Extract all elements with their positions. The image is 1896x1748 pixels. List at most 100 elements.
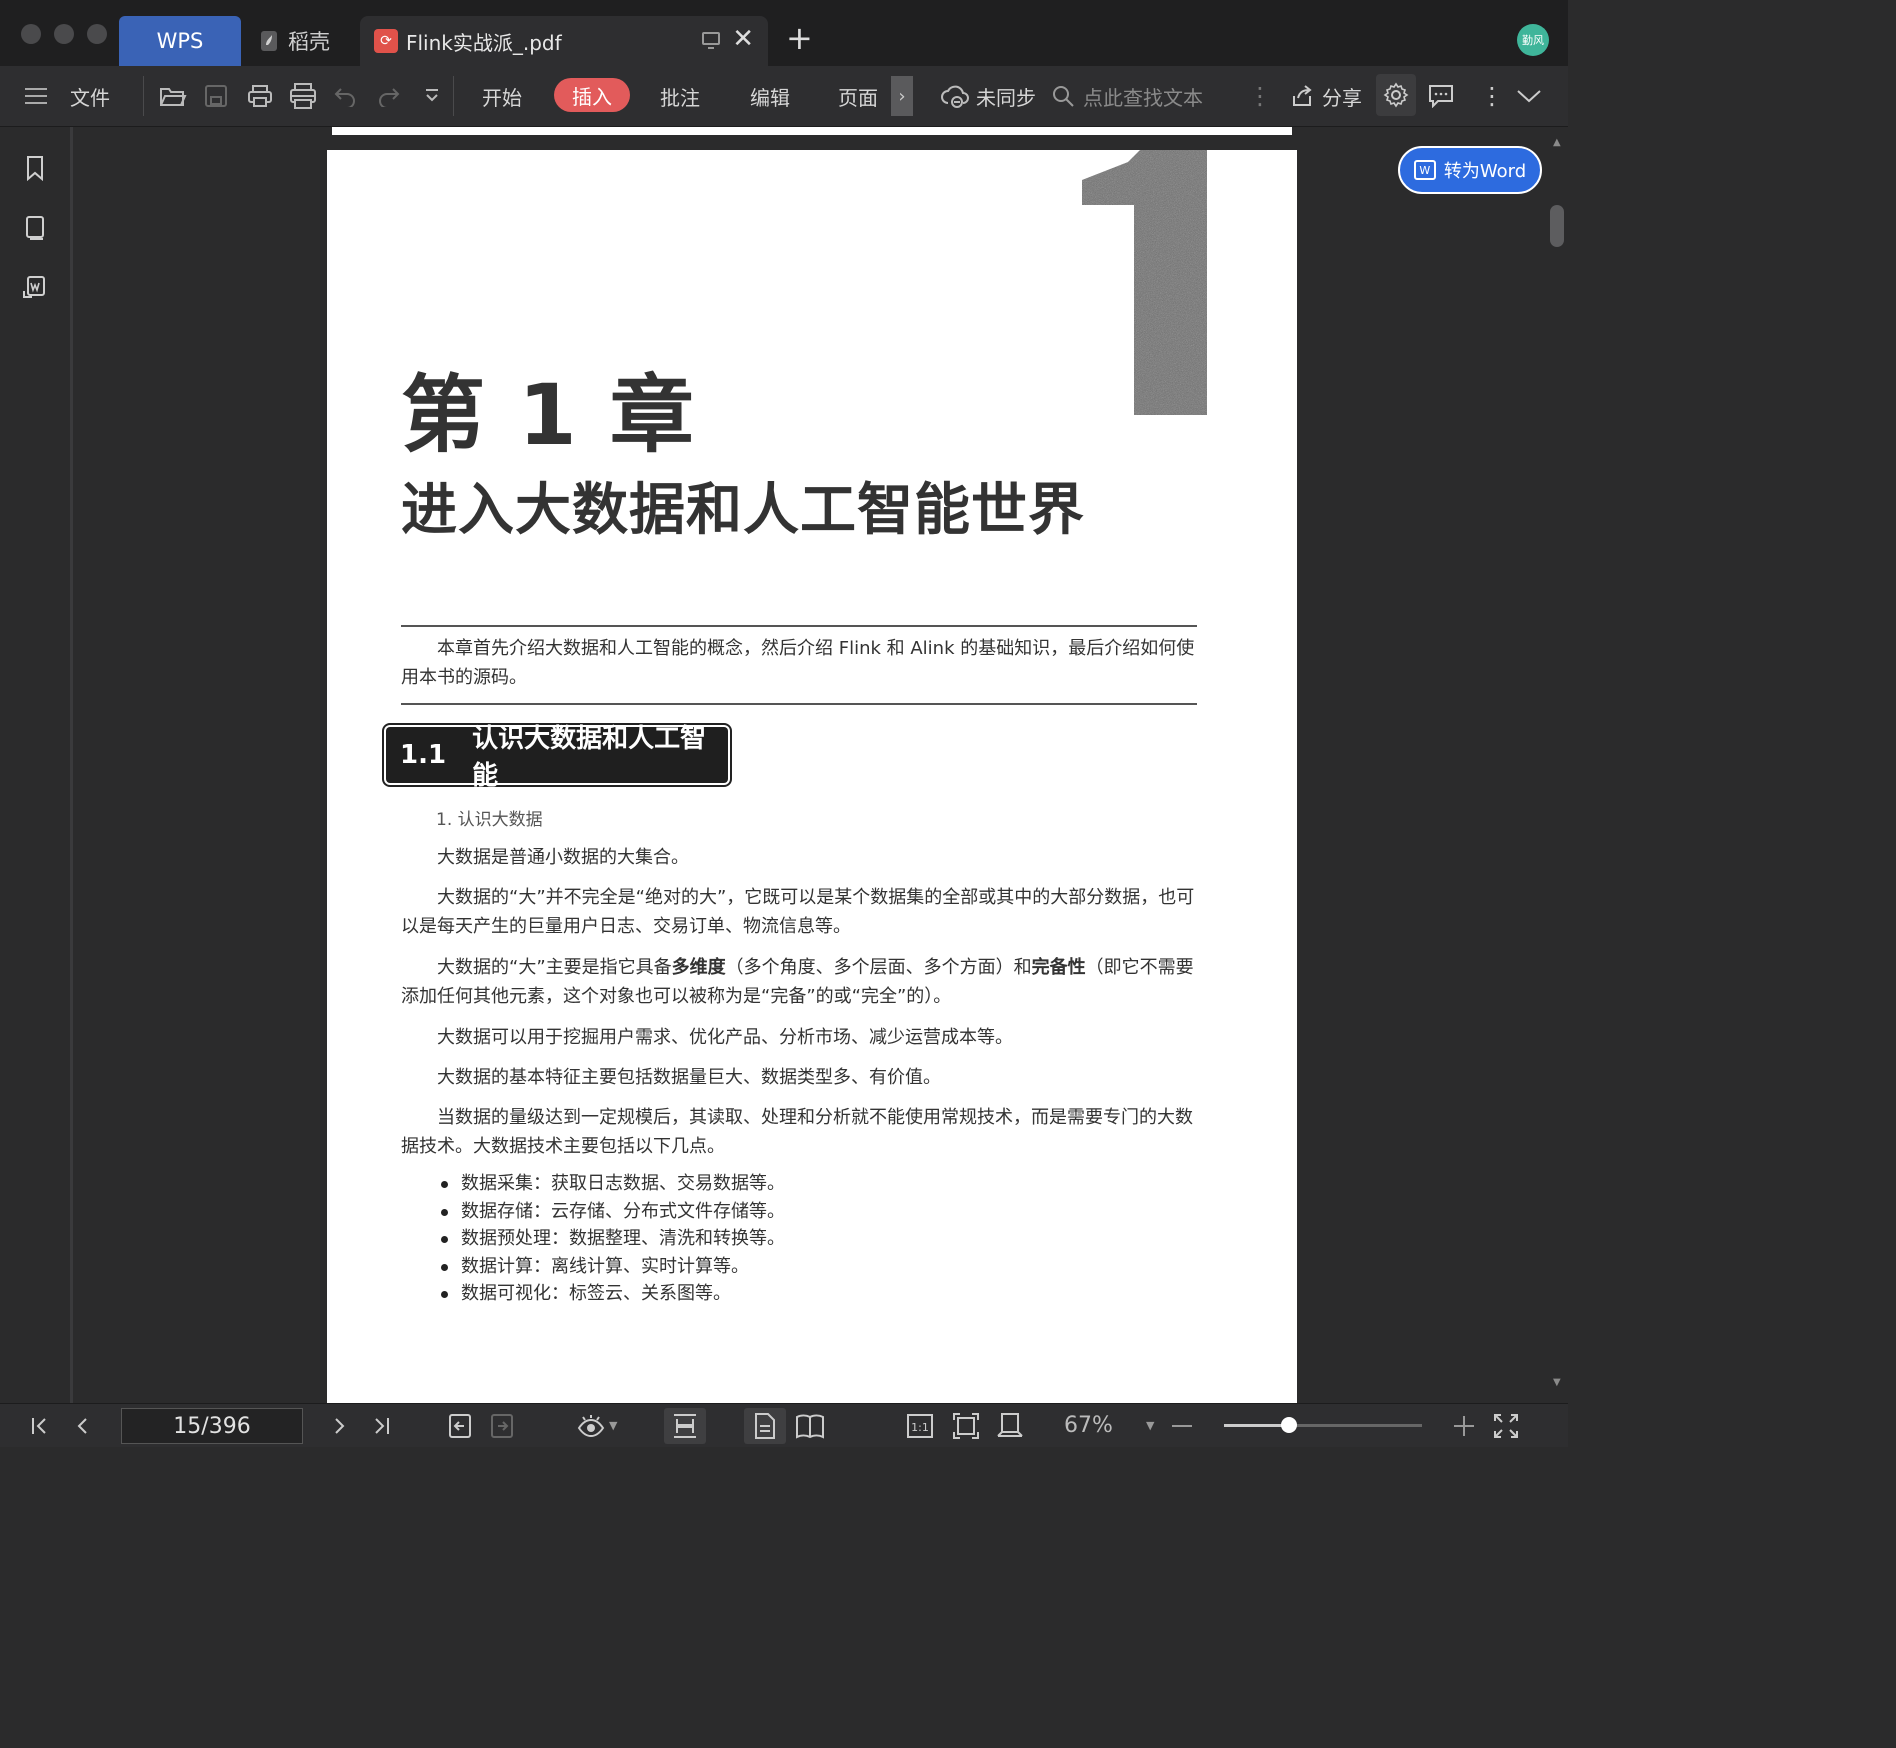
- tab-daoke-label: 稻壳: [288, 30, 330, 54]
- file-menu[interactable]: 文件: [70, 66, 110, 126]
- comment-icon[interactable]: [1428, 66, 1454, 126]
- tab-daoke[interactable]: 稻壳: [252, 16, 352, 66]
- first-page-icon[interactable]: [30, 1404, 50, 1447]
- quick-access-dropdown-icon[interactable]: [424, 66, 440, 126]
- menu-edit[interactable]: 编辑: [750, 66, 790, 126]
- collapse-ribbon-icon[interactable]: [1516, 66, 1542, 126]
- word-icon: W: [1413, 160, 1436, 180]
- close-window-button[interactable]: [21, 24, 41, 44]
- redo-icon[interactable]: [377, 66, 401, 126]
- paragraph: 大数据的“大”主要是指它具备多维度（多个角度、多个层面、多个方面）和完备性（即它…: [401, 957, 1194, 1007]
- list-item: 数据可视化：标签云、关系图等。: [439, 1280, 785, 1308]
- gear-icon: [1383, 82, 1409, 108]
- last-page-icon[interactable]: [371, 1404, 391, 1447]
- zoom-slider[interactable]: [1224, 1417, 1422, 1433]
- save-icon[interactable]: [204, 66, 228, 126]
- daoke-icon: [261, 31, 277, 51]
- menu-page[interactable]: 页面: [838, 66, 878, 126]
- cloud-sync-icon: [941, 85, 969, 108]
- bullet-list: 数据采集：获取日志数据、交易数据等。 数据存储：云存储、分布式文件存储等。 数据…: [439, 1170, 785, 1308]
- list-item: 数据采集：获取日志数据、交易数据等。: [439, 1170, 785, 1198]
- single-page-icon[interactable]: [753, 1404, 777, 1447]
- zoom-out-icon[interactable]: [1172, 1404, 1192, 1447]
- thumbnail-icon[interactable]: [22, 215, 48, 241]
- chapter-subtitle: 进入大数据和人工智能世界: [401, 478, 1085, 543]
- search-icon: [1053, 86, 1074, 107]
- title-bar: WPS 稻壳 ⟳ Flink实战派_.pdf ✕ + 勤风: [0, 0, 1568, 66]
- svg-text:1:1: 1:1: [911, 1421, 929, 1434]
- two-page-icon[interactable]: [795, 1404, 825, 1447]
- scroll-up-icon[interactable]: ▲: [1553, 137, 1561, 148]
- tab-pdf-document[interactable]: ⟳ Flink实战派_.pdf ✕: [360, 16, 768, 66]
- zoom-slider-handle[interactable]: [1281, 1417, 1298, 1433]
- more-vertical-icon[interactable]: ⋮: [1248, 66, 1272, 126]
- status-bar: 15/396 ▼ 1:1 67% ▼: [0, 1403, 1568, 1447]
- divider: [401, 703, 1197, 705]
- print-preview-icon[interactable]: [289, 66, 317, 126]
- fullscreen-icon[interactable]: [1493, 1404, 1519, 1447]
- menu-start[interactable]: 开始: [482, 66, 522, 126]
- zoom-slider-fill: [1224, 1424, 1290, 1427]
- sync-status[interactable]: 未同步: [940, 66, 1036, 126]
- hamburger-menu-icon[interactable]: [24, 66, 48, 126]
- list-item: 数据存储：云存储、分布式文件存储等。: [439, 1198, 785, 1226]
- divider: [401, 625, 1197, 627]
- next-page-icon[interactable]: [332, 1404, 348, 1447]
- actual-size-icon[interactable]: 1:1: [906, 1404, 934, 1447]
- vertical-scrollbar[interactable]: ▲ ▼: [1548, 127, 1568, 1403]
- convert-to-word-button[interactable]: W 转为Word: [1398, 146, 1542, 194]
- convert-doc-icon[interactable]: [22, 275, 48, 301]
- monitor-icon[interactable]: [702, 32, 720, 49]
- menu-insert[interactable]: 插入: [554, 78, 630, 112]
- print-icon[interactable]: [247, 66, 273, 126]
- new-tab-button[interactable]: +: [786, 22, 813, 54]
- fit-width-icon[interactable]: [996, 1404, 1024, 1447]
- subsection-heading: 1. 认识大数据: [436, 810, 543, 830]
- settings-button[interactable]: [1376, 74, 1416, 116]
- share-icon: [1293, 85, 1312, 106]
- list-item: 数据计算：离线计算、实时计算等。: [439, 1253, 785, 1281]
- pdf-file-icon: ⟳: [374, 29, 398, 53]
- scrollbar-thumb[interactable]: [1550, 205, 1564, 247]
- fit-page-icon[interactable]: [952, 1404, 980, 1447]
- continuous-scroll-icon[interactable]: [672, 1404, 698, 1447]
- chapter-abstract: 本章首先介绍大数据和人工智能的概念，然后介绍 Flink 和 Alink 的基础…: [401, 638, 1195, 688]
- close-tab-icon[interactable]: ✕: [732, 24, 754, 54]
- pdf-page: 第 1 章 进入大数据和人工智能世界 本章首先介绍大数据和人工智能的概念，然后介…: [327, 150, 1297, 1403]
- paragraph: 大数据的基本特征主要包括数据量巨大、数据类型多、有价值。: [437, 1067, 941, 1088]
- previous-page-edge: [332, 127, 1292, 135]
- bookmark-icon[interactable]: [22, 155, 48, 181]
- more-options-icon[interactable]: ⋮: [1480, 66, 1504, 126]
- back-view-icon[interactable]: [448, 1404, 472, 1447]
- zoom-in-icon[interactable]: [1454, 1404, 1474, 1447]
- undo-icon[interactable]: [333, 66, 357, 126]
- list-item: 数据预处理：数据整理、清洗和转换等。: [439, 1225, 785, 1253]
- main-toolbar: 文件 开始 插入 批注 编辑 页面 › 未同步 点此查找文本 ⋮ 分享 ⋮: [0, 66, 1568, 127]
- section-heading: 1.1 认识大数据和人工智能: [386, 724, 728, 791]
- share-button[interactable]: 分享: [1290, 66, 1362, 126]
- tab-pdf-label: Flink实战派_.pdf: [406, 30, 562, 55]
- document-canvas[interactable]: 第 1 章 进入大数据和人工智能世界 本章首先介绍大数据和人工智能的概念，然后介…: [73, 127, 1547, 1403]
- search-box[interactable]: 点此查找文本: [1051, 66, 1203, 126]
- avatar[interactable]: 勤风: [1517, 24, 1549, 56]
- menu-annotate[interactable]: 批注: [660, 66, 700, 126]
- menu-scroll-right-icon[interactable]: ›: [891, 76, 913, 116]
- scroll-down-icon[interactable]: ▼: [1553, 1377, 1561, 1388]
- page-number-input[interactable]: 15/396: [121, 1408, 303, 1444]
- forward-view-icon[interactable]: [490, 1404, 514, 1447]
- convert-to-word-label: 转为Word: [1443, 161, 1527, 182]
- eye-protection-icon[interactable]: ▼: [577, 1404, 617, 1447]
- chapter-number-graphic: [1082, 150, 1207, 415]
- maximize-window-button[interactable]: [87, 24, 107, 44]
- zoom-dropdown-icon[interactable]: ▼: [1146, 1404, 1154, 1447]
- open-folder-icon[interactable]: [159, 66, 187, 126]
- zoom-level[interactable]: 67%: [1064, 1404, 1113, 1447]
- paragraph: 大数据可以用于挖掘用户需求、优化产品、分析市场、减少运营成本等。: [437, 1027, 1013, 1048]
- paragraph: 大数据是普通小数据的大集合。: [437, 847, 689, 868]
- minimize-window-button[interactable]: [54, 24, 74, 44]
- share-label: 分享: [1322, 85, 1362, 110]
- tab-wps-label: WPS: [156, 29, 204, 53]
- previous-page-icon[interactable]: [74, 1404, 90, 1447]
- tab-wps[interactable]: WPS: [119, 16, 241, 66]
- section-title: 认识大数据和人工智能: [472, 724, 707, 791]
